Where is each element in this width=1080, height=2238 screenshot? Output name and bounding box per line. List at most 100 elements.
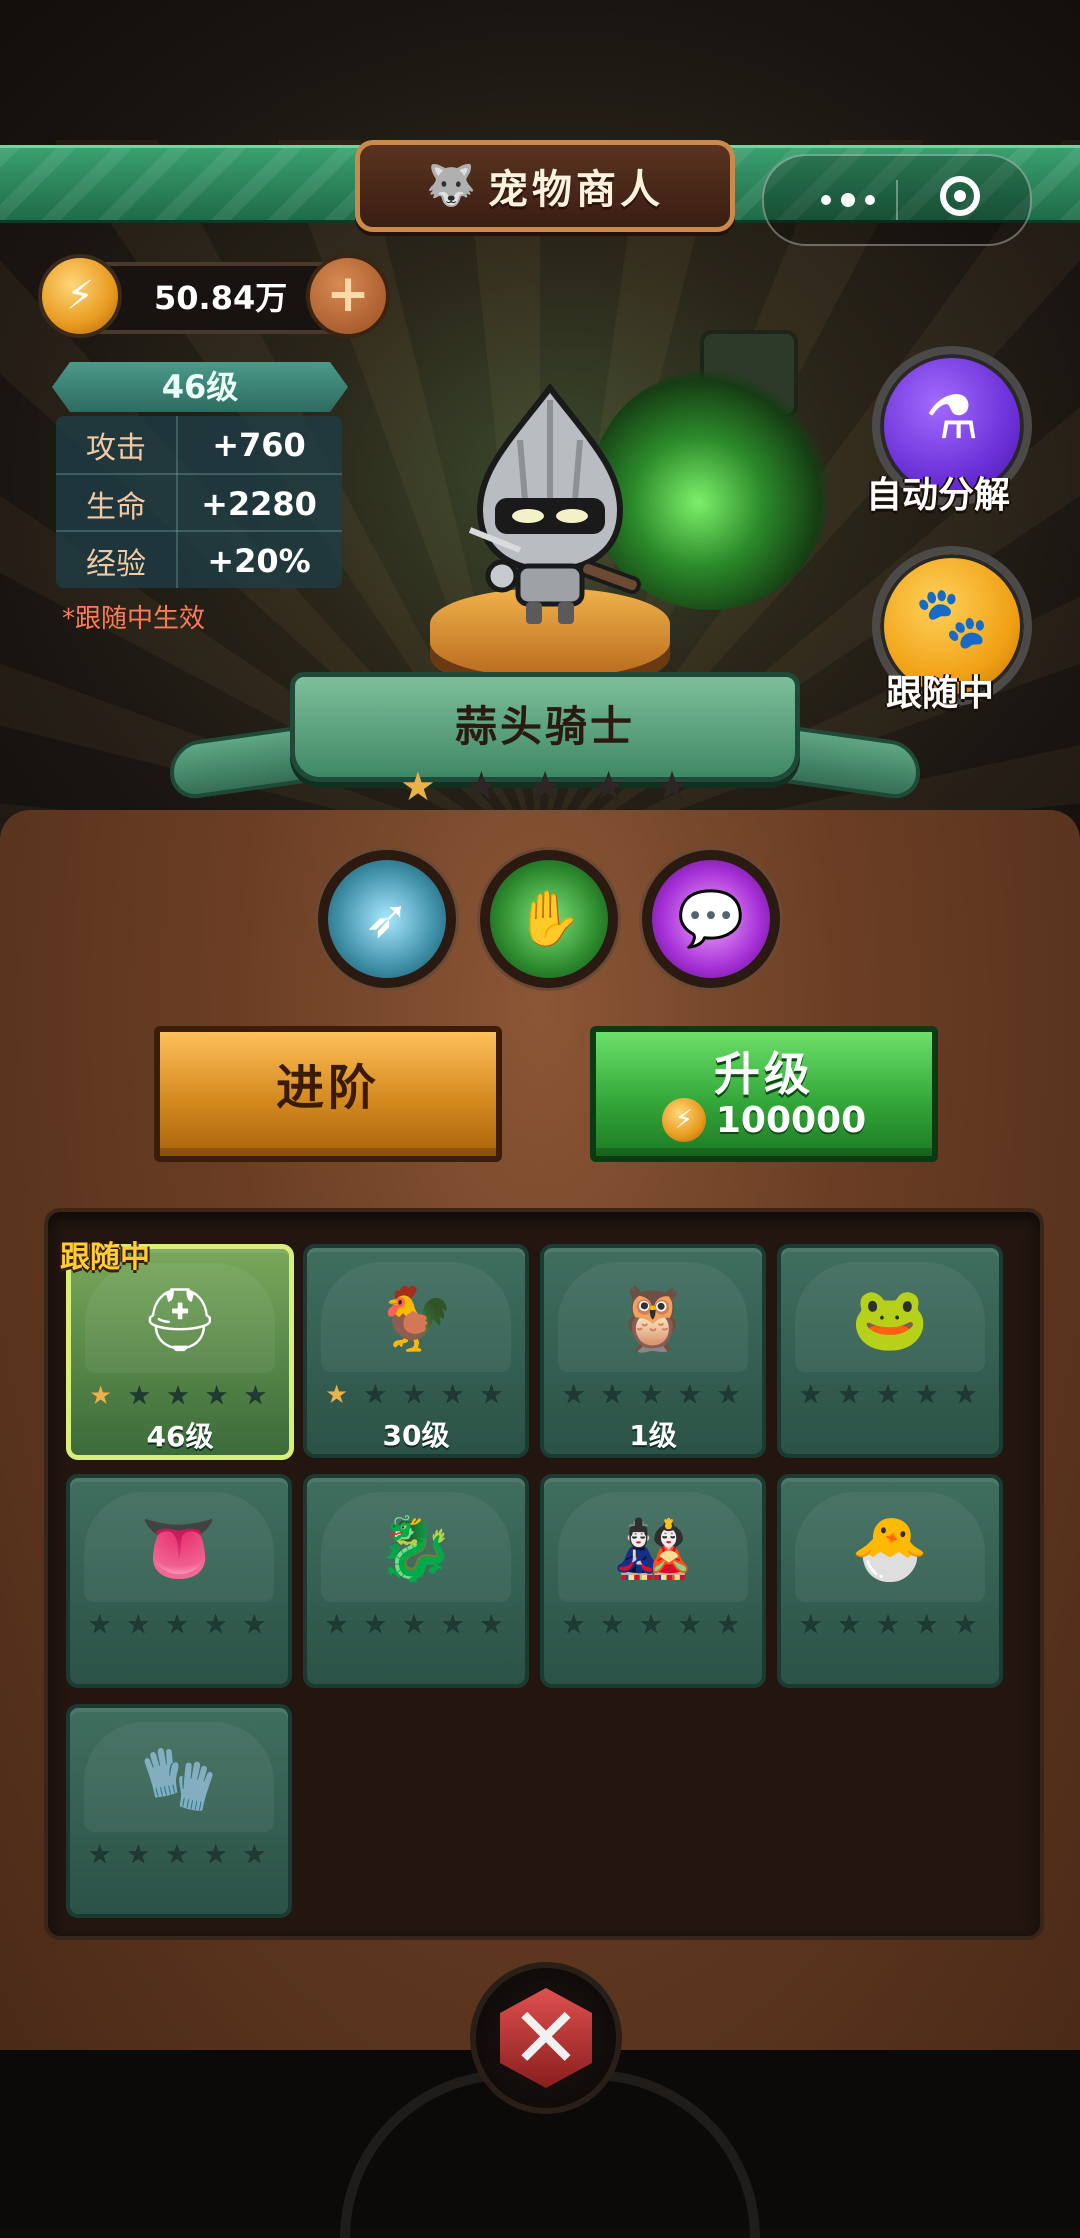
stat-label: 生命: [86, 489, 146, 525]
pet-portrait-green-frog: 🐸: [851, 1282, 929, 1355]
stat-label: 攻击: [86, 430, 146, 466]
stat-value: +20%: [207, 541, 311, 580]
mini-program-capsule: [762, 154, 1032, 246]
card-level: 30级: [382, 1419, 450, 1452]
star-empty-icon: ★: [165, 1840, 189, 1870]
star-empty-icon: ★: [127, 1381, 151, 1411]
add-currency-button[interactable]: +: [306, 254, 390, 338]
star-empty-icon: ★: [479, 1380, 503, 1410]
close-button[interactable]: ✕: [470, 1962, 622, 2114]
star-empty-icon: ★: [204, 1610, 228, 1640]
pet-card-daruma[interactable]: 🎎 ★ ★ ★ ★ ★: [540, 1474, 766, 1688]
dog-head-icon: 🐺: [426, 163, 476, 209]
star-empty-icon: ★: [479, 1610, 503, 1640]
stat-value: +2280: [201, 484, 317, 523]
pet-card-rooster[interactable]: 🐓 ★ ★ ★ ★ ★ 30级: [303, 1244, 529, 1458]
star-empty-icon: ★: [363, 1610, 387, 1640]
star-filled-icon: ★: [325, 1380, 349, 1410]
star-empty-icon: ★: [799, 1380, 823, 1410]
pet-portrait-tongue-monster: 👅: [140, 1512, 218, 1585]
card-star-rating: ★ ★ ★ ★ ★: [562, 1380, 740, 1410]
star-empty-icon: ★: [915, 1380, 939, 1410]
pet-level: 46级: [52, 362, 348, 412]
skill-slot-3[interactable]: 💬: [642, 850, 780, 988]
star-empty-icon: ★: [126, 1840, 150, 1870]
card-star-rating: ★ ★ ★ ★ ★: [88, 1840, 266, 1870]
claw-skill-icon: ✋: [515, 887, 583, 950]
pet-portrait-owl-deer: 🦉: [614, 1282, 692, 1355]
pet-star-rating: ★ ★ ★ ★ ★: [400, 765, 690, 809]
star-empty-icon: ★: [166, 1381, 190, 1411]
star-empty-icon: ★: [678, 1610, 702, 1640]
star-empty-icon: ★: [716, 1380, 740, 1410]
title-plate: 🐺 宠物商人: [355, 140, 735, 232]
card-star-rating: ★ ★ ★ ★ ★: [799, 1380, 977, 1410]
star-empty-icon: ★: [915, 1610, 939, 1640]
star-empty-icon: ★: [363, 1380, 387, 1410]
star-empty-icon: ★: [953, 1610, 977, 1640]
star-empty-icon: ★: [463, 764, 500, 810]
star-empty-icon: ★: [678, 1380, 702, 1410]
star-empty-icon: ★: [441, 1380, 465, 1410]
follow-effect-note: *跟随中生效: [62, 604, 206, 634]
star-empty-icon: ★: [242, 1610, 266, 1640]
pet-portrait-gauntlet: 🧤: [140, 1742, 218, 1815]
star-filled-icon: ★: [400, 764, 436, 810]
card-level: 46级: [146, 1420, 214, 1453]
pet-card-green-frog[interactable]: 🐸 ★ ★ ★ ★ ★: [777, 1244, 1003, 1458]
star-empty-icon: ★: [165, 1610, 189, 1640]
skill-slot-2[interactable]: ✋: [480, 850, 618, 988]
pet-card-egg-bird[interactable]: 🐣 ★ ★ ★ ★ ★: [777, 1474, 1003, 1688]
star-empty-icon: ★: [243, 1381, 267, 1411]
upgrade-cost: ⚡ 100000: [596, 1098, 932, 1142]
star-empty-icon: ★: [837, 1610, 861, 1640]
star-empty-icon: ★: [402, 1610, 426, 1640]
upgrade-cost-value: 100000: [715, 1099, 867, 1141]
star-empty-icon: ★: [716, 1610, 740, 1640]
pet-card-red-dragon[interactable]: 🐉 ★ ★ ★ ★ ★: [303, 1474, 529, 1688]
coin-icon: ⚡: [38, 254, 122, 338]
star-empty-icon: ★: [441, 1610, 465, 1640]
stat-row-hp: 生命 +2280: [56, 473, 342, 532]
star-empty-icon: ★: [402, 1380, 426, 1410]
star-empty-icon: ★: [562, 1610, 586, 1640]
card-star-rating: ★ ★ ★ ★ ★: [325, 1380, 503, 1410]
pet-card-owl-deer[interactable]: 🦉 ★ ★ ★ ★ ★ 1级: [540, 1244, 766, 1458]
stat-value: +760: [212, 425, 306, 464]
star-empty-icon: ★: [837, 1380, 861, 1410]
upgrade-label: 升级: [714, 1047, 814, 1101]
pet-portrait-garlic-knight: ⛑: [140, 1283, 220, 1356]
star-empty-icon: ★: [600, 1380, 624, 1410]
advance-button[interactable]: 进阶: [154, 1026, 502, 1162]
card-star-rating: ★ ★ ★ ★ ★: [799, 1610, 977, 1640]
star-empty-icon: ★: [639, 1380, 663, 1410]
page-title: 宠物商人: [488, 167, 664, 213]
more-dots-icon[interactable]: [800, 176, 896, 224]
stat-row-exp: 经验 +20%: [56, 530, 342, 589]
skill-slot-1[interactable]: ➶: [318, 850, 456, 988]
capsule-divider: [896, 180, 898, 220]
stat-label: 经验: [86, 546, 146, 582]
star-empty-icon: ★: [876, 1610, 900, 1640]
pet-card-tongue-monster[interactable]: 👅 ★ ★ ★ ★ ★: [66, 1474, 292, 1688]
stat-divider: [176, 416, 178, 588]
star-filled-icon: ★: [89, 1381, 113, 1411]
pet-card-gauntlet[interactable]: 🧤 ★ ★ ★ ★ ★: [66, 1704, 292, 1918]
star-empty-icon: ★: [590, 764, 627, 810]
card-level: 1级: [629, 1419, 677, 1452]
star-empty-icon: ★: [88, 1610, 112, 1640]
pet-card-garlic-knight[interactable]: ⛑ ★ ★ ★ ★ ★ 46级: [66, 1244, 294, 1460]
stat-row-attack: 攻击 +760: [56, 416, 342, 473]
plus-icon: +: [326, 264, 370, 324]
star-empty-icon: ★: [953, 1380, 977, 1410]
star-empty-icon: ★: [654, 764, 690, 810]
crossed-swords-close-icon: ✕: [510, 1989, 582, 2087]
star-empty-icon: ★: [242, 1840, 266, 1870]
star-empty-icon: ★: [527, 764, 563, 810]
currency-amount: 50.84万: [154, 279, 288, 317]
card-star-rating: ★ ★ ★ ★ ★: [325, 1610, 503, 1640]
pet-name: 蒜头骑士: [454, 702, 635, 751]
star-empty-icon: ★: [639, 1610, 663, 1640]
upgrade-button[interactable]: 升级 ⚡ 100000: [590, 1026, 938, 1162]
target-close-icon[interactable]: [940, 176, 980, 216]
